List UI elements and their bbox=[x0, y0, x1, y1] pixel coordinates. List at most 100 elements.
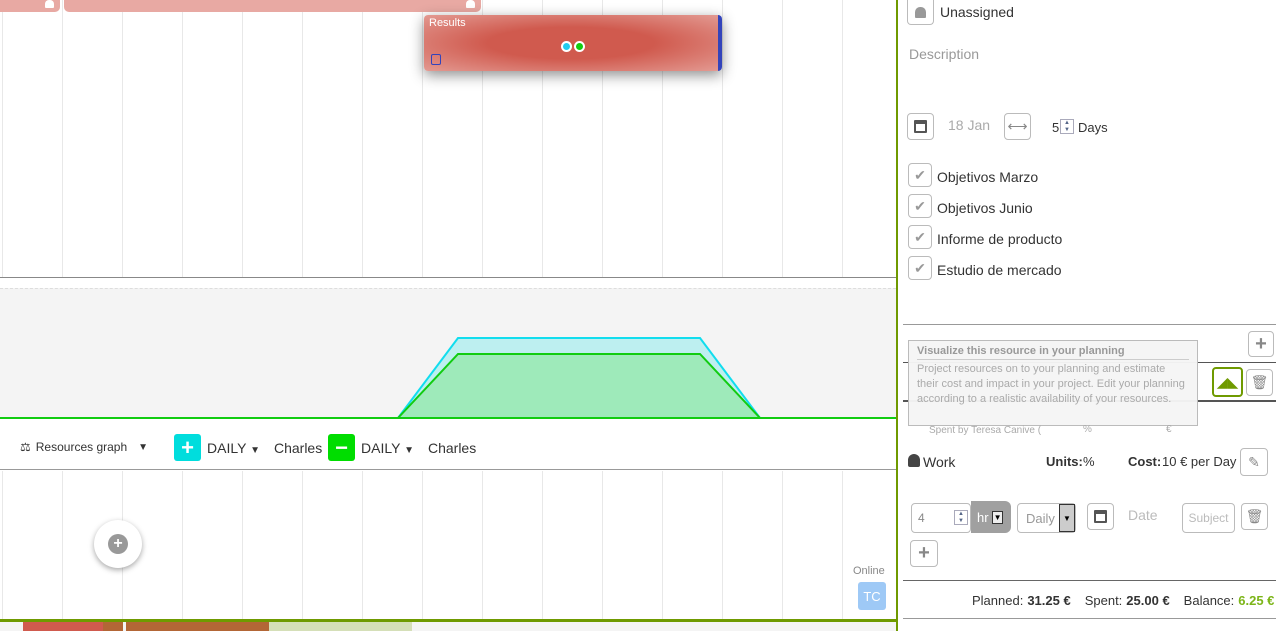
spent-label: Spent: bbox=[1084, 593, 1123, 608]
period-dropdown[interactable]: DAILY ▼ bbox=[361, 440, 414, 456]
add-button[interactable]: + bbox=[94, 520, 142, 568]
caret-down-icon: ▼ bbox=[138, 441, 149, 453]
units-label: Units: bbox=[1046, 454, 1083, 469]
resources-graph-dropdown[interactable]: ⚖ Resources graph ▼ bbox=[20, 440, 148, 454]
assignee-button[interactable] bbox=[907, 0, 934, 25]
user-icon bbox=[915, 6, 926, 18]
trash-icon: 🗑 bbox=[1250, 374, 1269, 390]
calendar-icon bbox=[914, 120, 927, 133]
caret-down-icon: ▼ bbox=[404, 444, 414, 456]
timeline-segment bbox=[126, 622, 269, 631]
duration-value[interactable]: 5 bbox=[1052, 120, 1059, 135]
spent-value: 25.00 € bbox=[1126, 593, 1170, 608]
divider bbox=[0, 277, 896, 278]
resource-name: Charles bbox=[273, 439, 323, 456]
divider bbox=[903, 618, 1276, 619]
caret-down-icon: ▼ bbox=[1059, 504, 1075, 532]
description-field[interactable]: Description bbox=[909, 46, 979, 62]
units-value: % bbox=[1083, 454, 1095, 469]
resources-toolbar: ⚖ Resources graph ▼ + DAILY ▼ Charles − … bbox=[0, 430, 896, 470]
resource-name: Charles bbox=[427, 439, 477, 456]
scale-icon: ⚖ bbox=[20, 440, 31, 454]
divider bbox=[903, 580, 1276, 581]
tooltip: Visualize this resource in your planning… bbox=[908, 340, 1198, 426]
subject-placeholder: Subject bbox=[1188, 511, 1229, 525]
calendar-icon bbox=[1094, 510, 1107, 523]
frequency-select[interactable]: Daily ▼ bbox=[1017, 503, 1076, 533]
start-date[interactable]: 18 Jan bbox=[948, 117, 990, 133]
task-card-results[interactable]: Results bbox=[424, 15, 722, 71]
online-label: Online bbox=[853, 565, 885, 577]
cost-value: 10 € per Day bbox=[1162, 454, 1237, 469]
series-green: − DAILY ▼ Charles bbox=[328, 434, 476, 461]
timeline-segment bbox=[269, 622, 412, 631]
minus-button[interactable]: − bbox=[328, 434, 355, 461]
calendar-icon bbox=[431, 54, 441, 65]
user-avatar[interactable]: TC bbox=[858, 582, 886, 610]
check-icon: ✔ bbox=[914, 197, 926, 214]
check-icon: ✔ bbox=[914, 166, 926, 183]
period-dropdown[interactable]: DAILY ▼ bbox=[207, 440, 260, 456]
person-icon bbox=[908, 454, 920, 467]
graph-label: Resources graph bbox=[35, 440, 128, 454]
caret-down-icon: ▼ bbox=[991, 510, 1004, 524]
checklist-checkbox[interactable]: ✔ bbox=[908, 194, 932, 218]
delete-entry-button[interactable]: 🗑 bbox=[1241, 503, 1268, 530]
check-icon: ✔ bbox=[914, 259, 926, 276]
add-entry-button[interactable]: + bbox=[910, 540, 938, 567]
checklist-item: Informe de producto bbox=[937, 231, 1063, 247]
subject-field[interactable]: Subject bbox=[1182, 503, 1235, 533]
check-icon: ✔ bbox=[914, 228, 926, 245]
date-picker-button[interactable] bbox=[1087, 503, 1114, 530]
user-icon bbox=[466, 0, 475, 8]
cost-label: Cost: bbox=[1128, 454, 1162, 469]
add-resource-button[interactable]: + bbox=[1248, 331, 1274, 357]
pencil-icon: ✎ bbox=[1248, 453, 1260, 470]
user-icon bbox=[45, 0, 54, 8]
checklist-item: Estudio de mercado bbox=[937, 262, 1062, 278]
duration-toggle[interactable]: ⟷ bbox=[1004, 113, 1031, 140]
timeline-segment bbox=[23, 622, 103, 631]
resource-type: Work bbox=[923, 454, 956, 470]
edit-resource-button[interactable]: ✎ bbox=[1240, 448, 1268, 476]
unit-value: hr bbox=[977, 509, 989, 525]
checklist-checkbox[interactable]: ✔ bbox=[908, 225, 932, 249]
bottom-timeline bbox=[0, 622, 896, 631]
arrows-horizontal-icon: ⟷ bbox=[1007, 118, 1028, 134]
checklist-checkbox[interactable]: ✔ bbox=[908, 256, 932, 280]
panel-border bbox=[896, 0, 898, 631]
green-series-area bbox=[395, 353, 763, 419]
planned-value: 31.25 € bbox=[1027, 593, 1071, 608]
balance-label: Balance: bbox=[1183, 593, 1235, 608]
divider bbox=[903, 324, 1276, 325]
tooltip-body: Project resources on to your planning an… bbox=[917, 363, 1185, 405]
quantity-spinner[interactable]: ▲ ▼ bbox=[954, 510, 968, 525]
period-label: DAILY bbox=[207, 439, 247, 456]
checklist-item: Objetivos Junio bbox=[937, 200, 1033, 216]
task-bar-prev[interactable] bbox=[0, 0, 60, 12]
caret-down-icon: ▼ bbox=[250, 444, 260, 456]
date-field[interactable]: Date bbox=[1128, 507, 1158, 523]
duration-spinner[interactable]: ▲ ▼ bbox=[1060, 119, 1074, 134]
series-cyan: + DAILY ▼ Charles bbox=[174, 434, 322, 461]
trash-icon: 🗑 bbox=[1245, 508, 1264, 524]
checklist-checkbox[interactable]: ✔ bbox=[908, 163, 932, 187]
plus-button[interactable]: + bbox=[174, 434, 201, 461]
resource-dot-cyan bbox=[561, 41, 572, 52]
frequency-value: Daily bbox=[1026, 510, 1055, 526]
balance-value: 6.25 € bbox=[1238, 593, 1275, 608]
task-title: Results bbox=[429, 17, 466, 29]
assignee-label: Unassigned bbox=[940, 4, 1014, 20]
unit-select[interactable]: hr ▼ bbox=[971, 501, 1011, 533]
task-bar-prev-2[interactable] bbox=[64, 0, 481, 12]
plus-circle-icon: + bbox=[108, 534, 128, 554]
timeline-segment bbox=[103, 622, 123, 631]
area-chart-icon: ◢◣ bbox=[1216, 373, 1239, 390]
delete-resource-button[interactable]: 🗑 bbox=[1246, 369, 1273, 396]
start-date-button[interactable] bbox=[907, 113, 934, 140]
resource-dot-green bbox=[574, 41, 585, 52]
checklist-item: Objetivos Marzo bbox=[937, 169, 1039, 185]
duration-unit: Days bbox=[1078, 120, 1108, 135]
visualize-resource-button[interactable]: ◢◣ bbox=[1212, 367, 1243, 397]
percent-symbol: % bbox=[1083, 424, 1092, 435]
